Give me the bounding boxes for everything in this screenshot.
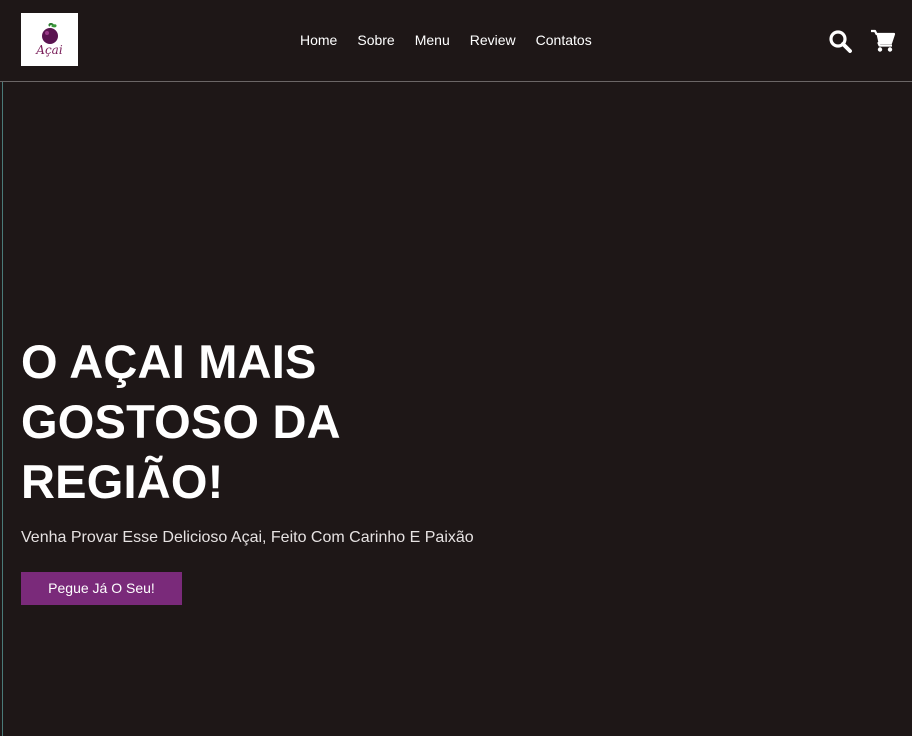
- nav-item-menu[interactable]: Menu: [415, 31, 450, 49]
- logo[interactable]: Açai: [21, 13, 78, 66]
- cta-button[interactable]: Pegue Já O Seu!: [21, 572, 182, 605]
- main-nav: Home Sobre Menu Review Contatos: [300, 31, 592, 49]
- left-edge-line: [2, 82, 3, 736]
- site-header: Açai Home Sobre Menu Review Contatos: [0, 0, 912, 82]
- nav-item-sobre[interactable]: Sobre: [357, 31, 394, 49]
- nav-item-contatos[interactable]: Contatos: [536, 31, 592, 49]
- nav-item-home[interactable]: Home: [300, 31, 337, 49]
- hero-title: O AÇAI MAIS GOSTOSO DA REGIÃO!: [21, 335, 339, 508]
- header-icons: [828, 28, 896, 54]
- nav-item-review[interactable]: Review: [470, 31, 516, 49]
- logo-text: Açai: [36, 43, 63, 57]
- cart-icon[interactable]: [870, 29, 896, 53]
- hero-section: O AÇAI MAIS GOSTOSO DA REGIÃO! Venha Pro…: [21, 332, 521, 605]
- search-icon[interactable]: [828, 29, 852, 53]
- hero-subtitle: Venha Provar Esse Delicioso Açai, Feito …: [21, 529, 474, 546]
- acai-berry-icon: [41, 23, 58, 44]
